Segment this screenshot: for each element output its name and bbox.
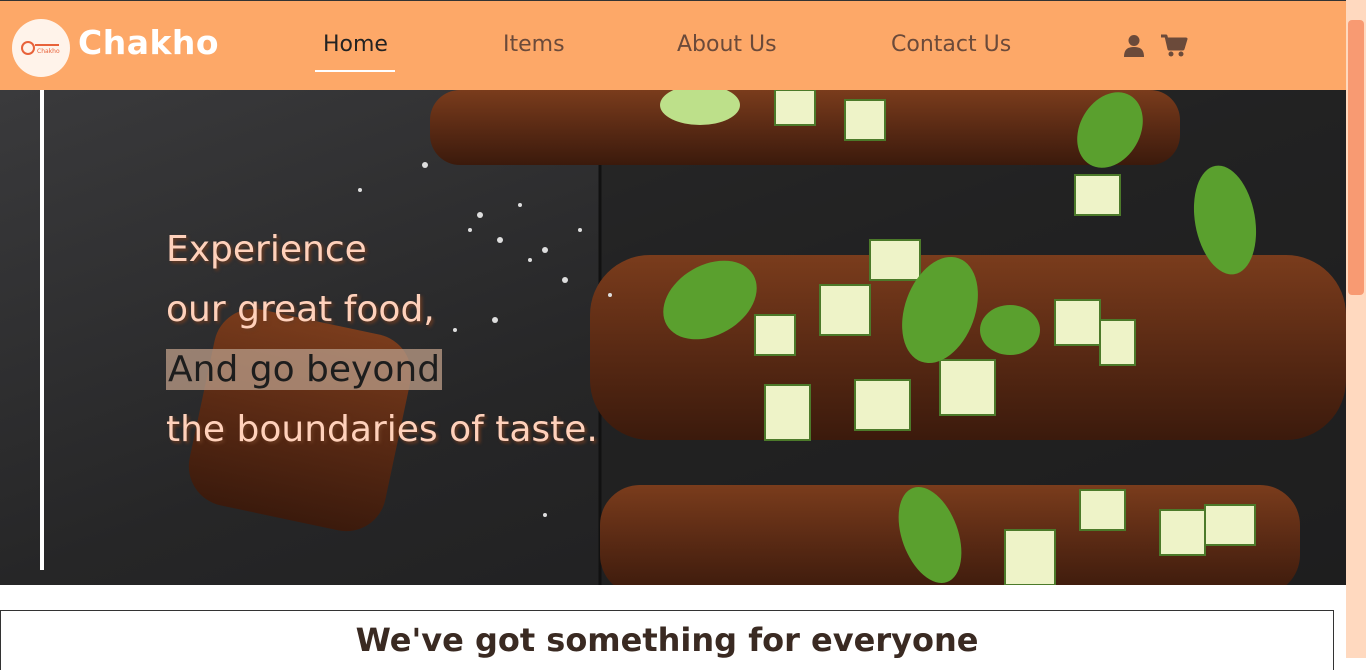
logo-icon: Chakho [21,41,60,55]
hero-line-3-highlight: And go beyond [166,349,443,390]
hero-accent-line [40,90,44,570]
brand-name[interactable]: Chakho [78,23,219,62]
user-icon[interactable] [1124,34,1144,62]
featured-section: We've got something for everyone [0,610,1334,670]
hero-tagline: Experience our great food, And go beyond… [166,220,598,460]
hero-line-4: the boundaries of taste. [166,409,598,450]
scrollbar-thumb[interactable] [1348,20,1364,295]
logo[interactable]: Chakho [12,19,70,77]
logo-text: Chakho [37,48,60,55]
cart-icon[interactable] [1160,34,1188,62]
hero-line-2: our great food, [166,289,435,330]
hero-line-1: Experience [166,229,367,270]
nav-about-us[interactable]: About Us [677,32,777,57]
navbar: Chakho Chakho Home Items About Us Contac… [0,0,1346,90]
section-title: We've got something for everyone [355,621,979,659]
nav-items[interactable]: Items [503,32,565,57]
nav-contact-us[interactable]: Contact Us [891,32,1011,57]
hero-banner: Experience our great food, And go beyond… [0,90,1346,585]
scrollbar-track[interactable] [1346,0,1366,658]
nav-active-underline [315,70,395,72]
nav-home[interactable]: Home [323,32,388,57]
